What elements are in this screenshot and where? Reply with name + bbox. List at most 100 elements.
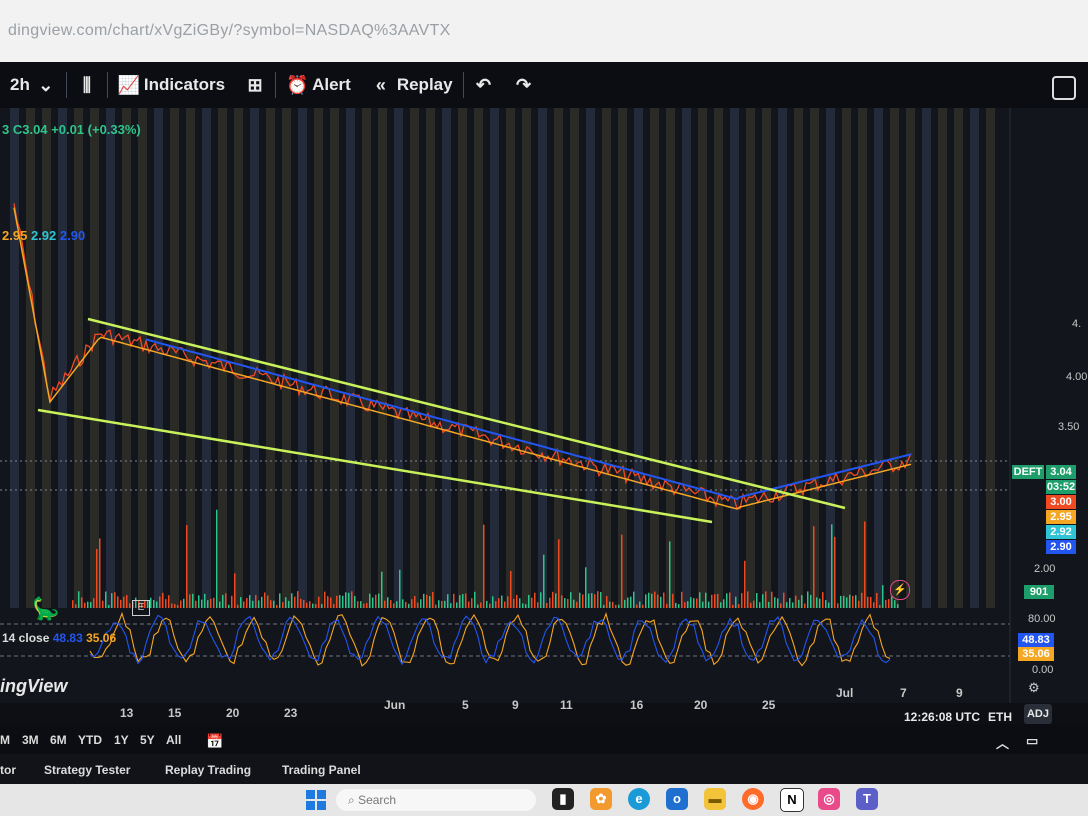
- volume-bar: [282, 602, 284, 608]
- volume-bar: [642, 604, 644, 608]
- volume-bar: [714, 594, 716, 608]
- range-button[interactable]: 6M: [50, 733, 67, 747]
- notion-icon[interactable]: N: [780, 788, 804, 812]
- search-icon: ⌕: [348, 793, 355, 807]
- settings-icon[interactable]: ⚙: [1028, 680, 1040, 696]
- volume-bar: [810, 594, 812, 608]
- volume-bar: [792, 602, 794, 608]
- teams-icon[interactable]: T: [856, 788, 878, 810]
- volume-bar: [744, 560, 746, 608]
- layouts-button[interactable]: ⊞: [235, 75, 275, 96]
- earnings-icon[interactable]: E: [132, 600, 150, 616]
- volume-bar: [480, 602, 482, 608]
- taskbar-search[interactable]: ⌕ Search: [336, 789, 536, 811]
- session-band: [458, 108, 467, 608]
- adj-button[interactable]: ADJ: [1024, 704, 1052, 724]
- widgets-icon[interactable]: ✿: [590, 788, 612, 810]
- volume-bar: [234, 573, 236, 608]
- volume-bar: [237, 604, 239, 608]
- task-view-icon[interactable]: ▮: [552, 788, 574, 810]
- volume-bar: [414, 596, 416, 608]
- volume-bar: [579, 592, 581, 608]
- volume-bar: [615, 604, 617, 608]
- session-band: [90, 108, 99, 608]
- volume-bar: [309, 601, 311, 608]
- chart-canvas[interactable]: [0, 108, 1088, 703]
- volume-bar: [189, 594, 191, 608]
- volume-bar: [570, 592, 572, 608]
- time-label: 20: [694, 698, 708, 712]
- range-button[interactable]: 5Y: [140, 733, 155, 747]
- redo-button[interactable]: ↷: [504, 75, 544, 96]
- range-button[interactable]: 1Y: [114, 733, 129, 747]
- alarm-clock-icon: ⏰: [286, 74, 309, 95]
- edge-icon[interactable]: e: [628, 788, 650, 810]
- windows-start-icon[interactable]: [306, 790, 326, 810]
- volume-bar: [522, 603, 524, 608]
- volume-bar: [171, 603, 173, 608]
- volume-bar: [585, 567, 587, 608]
- volume-bar: [366, 603, 368, 608]
- price-box: 2.90: [1046, 540, 1076, 554]
- volume-bar: [537, 602, 539, 608]
- volume-bar: [684, 602, 686, 608]
- oscillator-value-2: 35.06: [86, 631, 117, 645]
- volume-bar: [645, 594, 647, 608]
- chart-pane[interactable]: 3 C3.04 +0.01 (+0.33%) 2.95 2.92 2.90 14…: [0, 108, 1088, 703]
- session-band: [842, 108, 851, 608]
- expand-icon[interactable]: ▭: [1026, 733, 1038, 749]
- volume-bar: [609, 601, 611, 608]
- panel-tab-trading-panel[interactable]: Trading Panel: [282, 763, 361, 777]
- volume-bar: [756, 593, 758, 608]
- volume-bar: [882, 585, 884, 608]
- volume-bar: [729, 592, 731, 608]
- panel-tab[interactable]: tor: [0, 763, 16, 777]
- volume-bar: [741, 593, 743, 608]
- calendar-icon[interactable]: 📅: [206, 733, 223, 750]
- interval-dropdown[interactable]: 2h ⌄: [0, 75, 66, 96]
- volume-bar: [117, 596, 119, 608]
- panel-tab-replay-trading[interactable]: Replay Trading: [165, 763, 251, 777]
- file-explorer-icon[interactable]: ▬: [704, 788, 726, 810]
- volume-bar: [783, 592, 785, 608]
- outlook-icon[interactable]: o: [666, 788, 688, 810]
- volume-bar: [621, 534, 623, 608]
- chevron-up-icon[interactable]: ︿: [996, 733, 1009, 752]
- volume-bar: [552, 591, 554, 608]
- lightning-icon[interactable]: ⚡: [890, 580, 910, 600]
- range-button[interactable]: M: [0, 733, 10, 747]
- app-icon[interactable]: ◎: [818, 788, 840, 810]
- volume-bar: [102, 600, 104, 608]
- session-band: [586, 108, 595, 608]
- volume-bar: [561, 595, 563, 608]
- range-button[interactable]: All: [166, 733, 181, 747]
- session-toggle[interactable]: ETH: [988, 710, 1012, 724]
- volume-bar: [354, 596, 356, 608]
- session-band: [922, 108, 931, 608]
- panel-tab-strategy-tester[interactable]: Strategy Tester: [44, 763, 130, 777]
- range-button[interactable]: 3M: [22, 733, 39, 747]
- volume-bar: [294, 596, 296, 608]
- chart-type-button[interactable]: ⫼: [67, 75, 107, 96]
- replay-button[interactable]: « Replay: [361, 75, 463, 96]
- volume-bar: [99, 538, 101, 608]
- session-band: [682, 108, 691, 608]
- volume-bar: [303, 599, 305, 608]
- volume-bar: [222, 594, 224, 608]
- session-band: [202, 108, 211, 608]
- fullscreen-button[interactable]: [1052, 76, 1076, 100]
- volume-bar: [456, 602, 458, 608]
- volume-bar: [813, 526, 815, 608]
- url-text[interactable]: dingview.com/chart/xVgZiGBy/?symbol=NASD…: [8, 22, 451, 40]
- range-button[interactable]: YTD: [78, 733, 102, 747]
- volume-bar: [285, 597, 287, 608]
- alert-button[interactable]: ⏰ Alert: [276, 75, 361, 96]
- undo-button[interactable]: ↶: [464, 75, 504, 96]
- firefox-icon[interactable]: ◉: [742, 788, 764, 810]
- browser-url-bar[interactable]: dingview.com/chart/xVgZiGBy/?symbol=NASD…: [0, 0, 1088, 62]
- session-band: [58, 108, 67, 608]
- volume-bar: [165, 599, 167, 608]
- session-band: [874, 108, 883, 608]
- volume-bar: [624, 599, 626, 608]
- indicators-button[interactable]: 📈 Indicators: [108, 75, 235, 96]
